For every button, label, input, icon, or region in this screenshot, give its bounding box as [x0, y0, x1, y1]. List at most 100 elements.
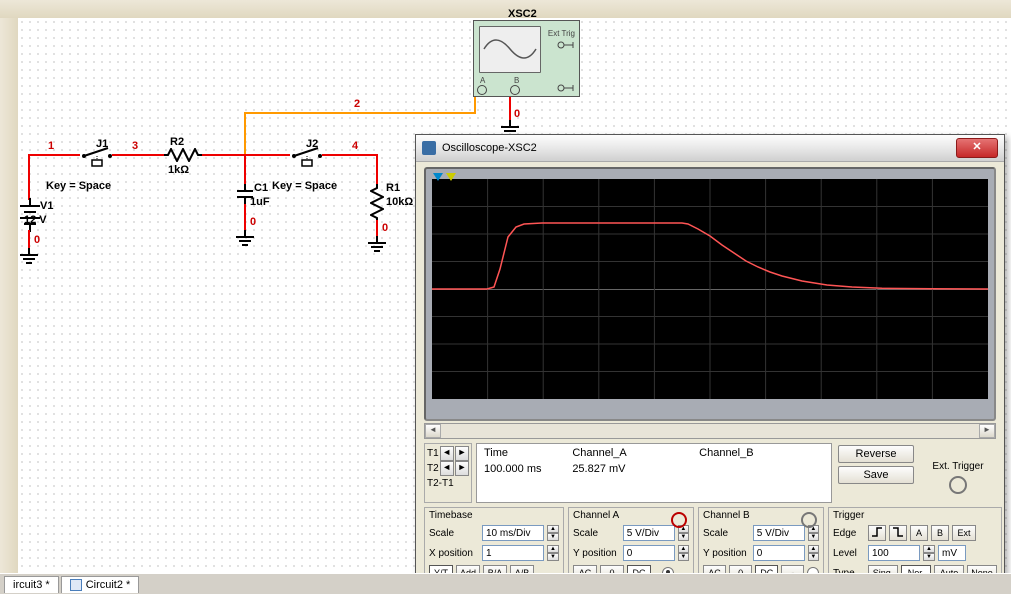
chb-scale-label: Scale	[703, 528, 750, 539]
save-button[interactable]: Save	[838, 466, 914, 484]
t2-left-button[interactable]: ◄	[440, 461, 454, 476]
resistor-r1[interactable]	[370, 184, 384, 225]
wire	[376, 220, 378, 236]
tab-circuit2[interactable]: Circuit2 *	[61, 576, 140, 593]
t1-right-button[interactable]: ►	[455, 446, 469, 461]
trigger-ext-button[interactable]: Ext	[952, 525, 976, 541]
tb-xpos-spinner[interactable]: ▲▼	[547, 545, 559, 561]
cha-jack[interactable]	[671, 512, 687, 528]
tb-scale-label: Scale	[429, 528, 479, 539]
net-label: 0	[382, 222, 388, 234]
t1-label: T1	[427, 448, 439, 459]
wire	[244, 154, 246, 184]
ground-symbol	[367, 236, 387, 250]
tb-scale-spinner[interactable]: ▲▼	[547, 525, 559, 541]
cha-ypos-input[interactable]	[623, 545, 675, 561]
wire	[28, 154, 80, 156]
oscilloscope-instrument[interactable]: Ext Trig A B	[473, 20, 580, 97]
scope-waveform	[432, 179, 988, 399]
t2-label: T2	[427, 463, 439, 474]
wire	[509, 96, 511, 120]
net-label: 1	[48, 140, 54, 152]
j1-key: Key = Space	[46, 180, 111, 192]
wire	[28, 154, 30, 200]
tab-circuit3[interactable]: ircuit3 *	[4, 576, 59, 593]
net-label: 2	[354, 98, 360, 110]
r2-name: R2	[170, 136, 184, 148]
r1-value: 10kΩ	[386, 196, 413, 208]
chb-ypos-spinner[interactable]: ▲▼	[808, 545, 819, 561]
doc-icon	[70, 579, 82, 591]
net-label: 0	[250, 216, 256, 228]
xsc-title: XSC2	[508, 8, 537, 20]
timebase-group: Timebase Scale▲▼ X position▲▼ Y/T Add B/…	[424, 507, 564, 581]
wire	[112, 154, 164, 156]
net-label: 0	[514, 108, 520, 120]
ruler-horizontal	[0, 0, 1011, 19]
scope-scrollbar[interactable]: ◄ ►	[424, 423, 996, 439]
r2-value: 1kΩ	[168, 164, 189, 176]
gnd-pin-icon	[555, 82, 575, 94]
trigger-level-spinner[interactable]: ▲▼	[923, 545, 935, 561]
chb-ypos-input[interactable]	[753, 545, 805, 561]
read-cha: 25.827 mV	[571, 462, 698, 476]
c1-value: 1uF	[250, 196, 270, 208]
v1-value: 12 V	[24, 214, 47, 226]
ext-trig-label: Ext Trig	[548, 29, 575, 38]
trigger-edge-label: Edge	[833, 528, 865, 539]
read-time: 100.000 ms	[483, 462, 571, 476]
chan-a-label: A	[480, 76, 485, 85]
ground-symbol	[500, 120, 520, 134]
chan-a-pin[interactable]	[477, 85, 487, 95]
reverse-button[interactable]: Reverse	[838, 445, 914, 463]
osc-title: Oscilloscope-XSC2	[442, 142, 537, 154]
osc-app-icon	[422, 141, 436, 155]
hdr-time: Time	[483, 446, 571, 460]
wire	[474, 96, 476, 114]
t1-left-button[interactable]: ◄	[440, 446, 454, 461]
trigger-level-input[interactable]	[868, 545, 920, 561]
tb-xpos-input[interactable]	[482, 545, 544, 561]
wire	[244, 154, 290, 156]
scope-screen[interactable]: /*grid drawn below by JS too tiny*/	[432, 179, 988, 399]
tb-scale-input[interactable]	[482, 525, 544, 541]
close-button[interactable]: ✕	[956, 138, 998, 158]
v1-name: V1	[40, 200, 53, 212]
edge-fall-button[interactable]	[889, 525, 907, 541]
trigger-group: Trigger Edge A B Ext Level▲▼ Type Sing. …	[828, 507, 1002, 581]
trigger-a-button[interactable]: A	[910, 525, 928, 541]
trigger-b-button[interactable]: B	[931, 525, 949, 541]
cha-scale-input[interactable]	[623, 525, 675, 541]
readout-buttons: Reverse Save	[836, 443, 916, 503]
chan-b-label: B	[514, 76, 519, 85]
osc-titlebar[interactable]: Oscilloscope-XSC2 ✕	[416, 135, 1004, 162]
ext-trigger-jack[interactable]	[949, 476, 967, 494]
r1-name: R1	[386, 182, 400, 194]
c1-name: C1	[254, 182, 268, 194]
wire	[376, 154, 378, 186]
scroll-left-button[interactable]: ◄	[425, 424, 441, 438]
wire	[244, 112, 476, 114]
oscilloscope-window[interactable]: Oscilloscope-XSC2 ✕ /*grid drawn below b…	[415, 134, 1005, 588]
ruler-vertical	[0, 18, 19, 594]
xsc-mini-screen	[479, 26, 541, 73]
t2-right-button[interactable]: ►	[455, 461, 469, 476]
t2t1-label: T2-T1	[427, 478, 454, 489]
chan-b-pin[interactable]	[510, 85, 520, 95]
trigger-unit-input[interactable]	[938, 545, 966, 561]
scope-frame: /*grid drawn below by JS too tiny*/	[424, 167, 996, 421]
trigger-level-label: Level	[833, 548, 865, 559]
wire	[322, 154, 378, 156]
scroll-right-button[interactable]: ►	[979, 424, 995, 438]
edge-rise-button[interactable]	[868, 525, 886, 541]
resistor-r2[interactable]	[164, 148, 200, 165]
cha-ypos-spinner[interactable]: ▲▼	[678, 545, 689, 561]
hdr-chb: Channel_B	[698, 446, 825, 460]
chb-scale-input[interactable]	[753, 525, 805, 541]
channel-b-group: Channel B Scale▲▼ Y position▲▼ AC 0 DC -	[698, 507, 824, 581]
net-label: 4	[352, 140, 358, 152]
document-tabs: ircuit3 * Circuit2 *	[0, 573, 1011, 594]
trigger-title: Trigger	[833, 510, 997, 521]
channel-a-group: Channel A Scale▲▼ Y position▲▼ AC 0 DC	[568, 507, 694, 581]
chb-jack[interactable]	[801, 512, 817, 528]
